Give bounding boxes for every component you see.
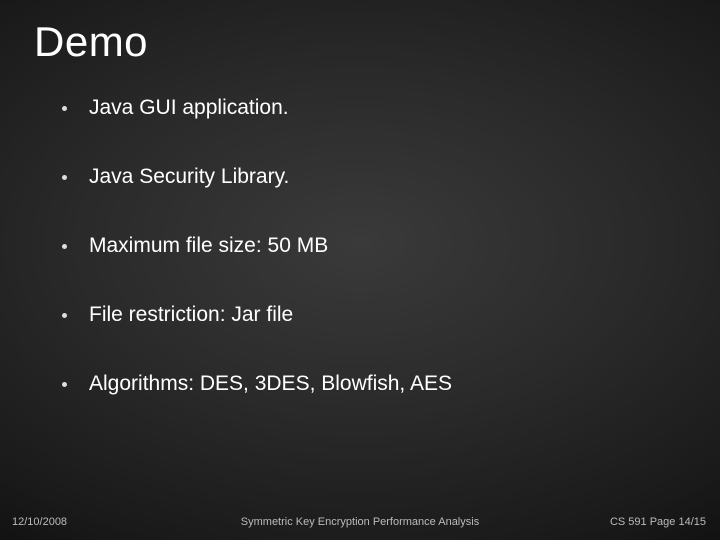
bullet-dot-icon <box>62 175 67 180</box>
bullet-text: Maximum file size: 50 MB <box>89 234 328 258</box>
bullet-item: Algorithms: DES, 3DES, Blowfish, AES <box>62 372 660 396</box>
bullet-dot-icon <box>62 244 67 249</box>
bullet-dot-icon <box>62 382 67 387</box>
bullet-item: Java GUI application. <box>62 96 660 120</box>
bullet-text: Algorithms: DES, 3DES, Blowfish, AES <box>89 372 452 396</box>
bullet-dot-icon <box>62 106 67 111</box>
bullet-text: Java GUI application. <box>89 96 289 120</box>
bullet-text: Java Security Library. <box>89 165 289 189</box>
footer-page-number: CS 591 Page 14/15 <box>610 516 706 528</box>
slide-title: Demo <box>34 18 148 66</box>
bullet-item: Java Security Library. <box>62 165 660 189</box>
slide: Demo Java GUI application. Java Security… <box>0 0 720 540</box>
bullet-item: File restriction: Jar file <box>62 303 660 327</box>
footer: 12/10/2008 Symmetric Key Encryption Perf… <box>0 508 720 528</box>
bullet-list: Java GUI application. Java Security Libr… <box>62 96 660 441</box>
bullet-dot-icon <box>62 313 67 318</box>
bullet-text: File restriction: Jar file <box>89 303 293 327</box>
bullet-item: Maximum file size: 50 MB <box>62 234 660 258</box>
